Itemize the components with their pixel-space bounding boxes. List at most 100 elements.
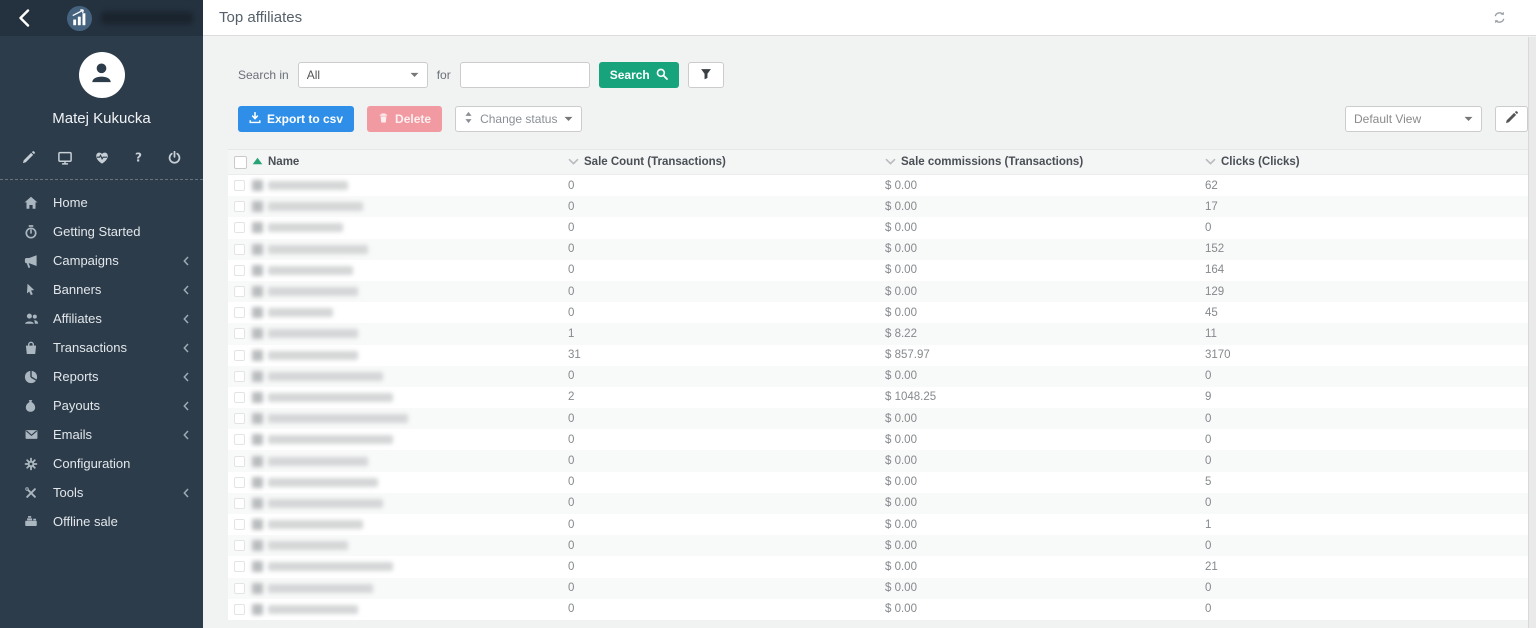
power-icon[interactable] <box>168 151 181 165</box>
sidebar-item-payouts[interactable]: Payouts <box>0 391 203 420</box>
delete-button[interactable]: Delete <box>367 106 442 132</box>
search-button[interactable]: Search <box>599 62 679 88</box>
refresh-icon[interactable] <box>1493 11 1506 24</box>
affiliate-name-redacted <box>252 434 393 445</box>
row-checkbox[interactable] <box>234 583 245 594</box>
affiliate-name-redacted <box>252 583 373 594</box>
table-row[interactable]: 0$ 0.0017 <box>228 196 1528 217</box>
table-row[interactable]: 0$ 0.000 <box>228 408 1528 429</box>
table-row[interactable]: 0$ 0.00152 <box>228 239 1528 260</box>
search-in-select[interactable]: All <box>298 62 428 88</box>
row-checkbox-cell <box>228 434 252 445</box>
sidebar-item-label: Configuration <box>53 456 189 471</box>
table-row[interactable]: 0$ 0.0062 <box>228 175 1528 196</box>
sidebar-item-banners[interactable]: Banners <box>0 275 203 304</box>
reports-icon <box>24 370 41 384</box>
sale-commissions-cell: $ 0.00 <box>885 222 1205 234</box>
table-row[interactable]: 0$ 0.0045 <box>228 302 1528 323</box>
table-row[interactable]: 2$ 1048.259 <box>228 387 1528 408</box>
sidebar-item-getting-started[interactable]: Getting Started <box>0 217 203 246</box>
table-row[interactable]: 0$ 0.00164 <box>228 260 1528 281</box>
column-header-clicks[interactable]: Clicks (Clicks) <box>1205 156 1528 168</box>
user-name: Matej Kukucka <box>0 110 203 127</box>
select-all-checkbox[interactable] <box>234 156 247 169</box>
sidebar-item-home[interactable]: Home <box>0 188 203 217</box>
filter-button[interactable] <box>688 62 724 88</box>
pencil-icon <box>1505 111 1518 127</box>
sale-commissions-cell: $ 0.00 <box>885 476 1205 488</box>
sidebar-item-affiliates[interactable]: Affiliates <box>0 304 203 333</box>
row-checkbox[interactable] <box>234 371 245 382</box>
pencil-icon[interactable] <box>22 151 35 165</box>
table-row[interactable]: 0$ 0.000 <box>228 429 1528 450</box>
sidebar-item-tools[interactable]: Tools <box>0 478 203 507</box>
affiliate-name-cell <box>252 350 568 361</box>
row-checkbox[interactable] <box>234 540 245 551</box>
sidebar-item-offline-sale[interactable]: Offline sale <box>0 507 203 536</box>
row-checkbox[interactable] <box>234 307 245 318</box>
back-button[interactable] <box>18 9 38 27</box>
row-checkbox[interactable] <box>234 328 245 339</box>
sidebar-item-emails[interactable]: Emails <box>0 420 203 449</box>
table-row[interactable]: 0$ 0.001 <box>228 514 1528 535</box>
clicks-cell: 1 <box>1205 519 1528 531</box>
row-checkbox[interactable] <box>234 561 245 572</box>
app: Matej Kukucka ? HomeGetting StartedCampa… <box>0 0 1536 628</box>
row-checkbox[interactable] <box>234 413 245 424</box>
table-row[interactable]: 0$ 0.000 <box>228 366 1528 387</box>
sale-count-cell: 0 <box>568 476 885 488</box>
table-row[interactable]: 0$ 0.000 <box>228 450 1528 471</box>
table-row[interactable]: 0$ 0.000 <box>228 493 1528 514</box>
sidebar-item-reports[interactable]: Reports <box>0 362 203 391</box>
view-selector[interactable]: Default View <box>1345 106 1482 132</box>
affiliate-name-redacted <box>252 561 393 572</box>
row-checkbox[interactable] <box>234 498 245 509</box>
sale-count-cell: 0 <box>568 497 885 509</box>
row-checkbox[interactable] <box>234 201 245 212</box>
table-row[interactable]: 31$ 857.973170 <box>228 345 1528 366</box>
search-input[interactable] <box>460 62 590 88</box>
table-row[interactable]: 0$ 0.0021 <box>228 556 1528 577</box>
row-checkbox[interactable] <box>234 222 245 233</box>
row-checkbox[interactable] <box>234 265 245 276</box>
heart-pulse-icon[interactable] <box>95 151 109 165</box>
row-checkbox[interactable] <box>234 392 245 403</box>
table-row[interactable]: 1$ 8.2211 <box>228 323 1528 344</box>
table-row[interactable]: 0$ 0.00129 <box>228 281 1528 302</box>
row-checkbox[interactable] <box>234 434 245 445</box>
sidebar-item-campaigns[interactable]: Campaigns <box>0 246 203 275</box>
column-header-name[interactable]: Name <box>252 156 568 168</box>
table-row[interactable]: 0$ 0.005 <box>228 472 1528 493</box>
column-header-sale-commissions[interactable]: Sale commissions (Transactions) <box>885 156 1205 168</box>
row-checkbox[interactable] <box>234 477 245 488</box>
svg-text:?: ? <box>135 151 142 164</box>
table-row[interactable]: 0$ 0.000 <box>228 535 1528 556</box>
column-header-sale-count[interactable]: Sale Count (Transactions) <box>568 156 885 168</box>
submenu-chevron-icon <box>183 314 189 324</box>
change-status-dropdown[interactable]: Change status <box>455 106 582 132</box>
row-checkbox[interactable] <box>234 244 245 255</box>
avatar[interactable] <box>79 52 125 98</box>
affiliate-name-redacted <box>252 350 358 361</box>
question-icon[interactable]: ? <box>132 151 145 165</box>
affiliate-name-cell <box>252 392 568 403</box>
affiliate-name-cell <box>252 519 568 530</box>
table-row[interactable]: 0$ 0.000 <box>228 217 1528 238</box>
row-checkbox-cell <box>228 265 252 276</box>
table-row[interactable]: 0$ 0.000 <box>228 599 1528 620</box>
row-checkbox[interactable] <box>234 286 245 297</box>
table-row[interactable]: 0$ 0.000 <box>228 578 1528 599</box>
row-checkbox[interactable] <box>234 604 245 615</box>
affiliate-name-redacted <box>252 307 333 318</box>
sidebar-item-transactions[interactable]: Transactions <box>0 333 203 362</box>
sidebar-divider <box>0 179 203 180</box>
sidebar-item-configuration[interactable]: Configuration <box>0 449 203 478</box>
row-checkbox[interactable] <box>234 180 245 191</box>
edit-view-button[interactable] <box>1495 106 1528 132</box>
scrollbar-track[interactable] <box>1528 37 1536 628</box>
row-checkbox[interactable] <box>234 456 245 467</box>
row-checkbox[interactable] <box>234 519 245 530</box>
monitor-icon[interactable] <box>58 151 72 165</box>
export-csv-button[interactable]: Export to csv <box>238 106 354 132</box>
row-checkbox[interactable] <box>234 350 245 361</box>
